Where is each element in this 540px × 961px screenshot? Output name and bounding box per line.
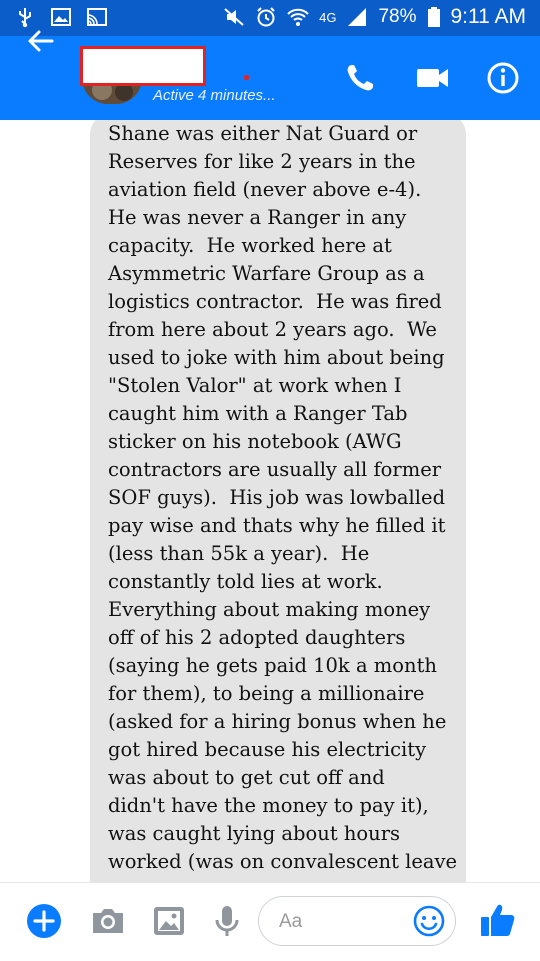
mute-icon <box>224 8 244 26</box>
thumbs-up-like-icon[interactable] <box>478 901 516 939</box>
microphone-icon[interactable] <box>212 903 242 939</box>
battery-icon <box>427 7 440 27</box>
video-call-icon[interactable] <box>415 61 451 95</box>
network-type: 4G <box>319 9 337 25</box>
phone-call-icon[interactable] <box>343 61 377 95</box>
signal-icon <box>348 8 367 26</box>
cast-icon <box>87 8 107 26</box>
battery-percent: 78% <box>378 6 417 27</box>
message-input[interactable] <box>277 907 411 937</box>
message-composer <box>0 882 540 961</box>
status-bar-left-icons <box>14 6 108 28</box>
message-thread[interactable]: Shane was either Nat Guard or Reserves f… <box>0 120 540 882</box>
message-input-box[interactable] <box>258 896 456 946</box>
add-plus-icon[interactable] <box>26 903 62 939</box>
emoji-smiley-icon[interactable] <box>413 905 445 937</box>
message-text: Shane was either Nat Guard or Reserves f… <box>108 122 458 873</box>
active-status: Active 4 minutes... <box>153 87 276 104</box>
info-icon[interactable] <box>486 61 520 95</box>
redacted-contact-name <box>80 46 206 86</box>
alarm-icon <box>257 7 275 27</box>
wifi-icon <box>287 8 309 26</box>
usb-icon <box>19 8 31 28</box>
status-bar: 4G 78% 9:11 AM <box>0 0 540 36</box>
status-bar-right-icons: 4G 78% 9:11 AM <box>223 5 526 29</box>
clock: 9:11 AM <box>450 5 527 28</box>
camera-icon[interactable] <box>90 903 126 939</box>
gallery-notification-icon <box>51 8 71 26</box>
gallery-image-icon[interactable] <box>151 903 187 939</box>
back-arrow-icon[interactable] <box>26 26 56 56</box>
redaction-mark <box>244 75 249 80</box>
